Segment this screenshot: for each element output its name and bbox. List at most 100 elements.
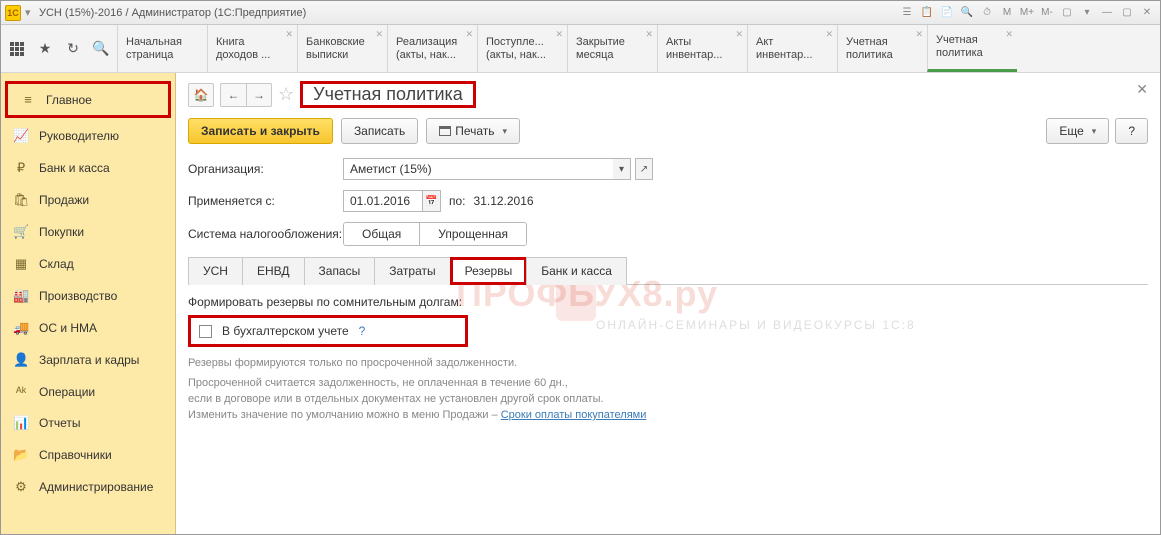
sidebar-item-admin[interactable]: ⚙Администрирование — [1, 471, 175, 503]
reserves-note-1: Резервы формируются только по просроченн… — [188, 355, 1148, 371]
toolbar-icon[interactable]: ▾ — [1078, 5, 1096, 21]
favorites-icon[interactable]: ★ — [35, 39, 55, 59]
watermark-subtext: ОНЛАЙН-СЕМИНАРЫ И ВИДЕОКУРСЫ 1С:8 — [596, 318, 916, 332]
home-button[interactable]: 🏠 — [188, 83, 214, 107]
tax-general-option[interactable]: Общая — [344, 223, 420, 245]
inner-tab-reserves[interactable]: Резервы — [450, 257, 528, 285]
toolbar-icon[interactable]: 📄 — [938, 5, 956, 21]
toolbar-icon[interactable]: ⏱ — [978, 5, 996, 21]
inner-tab-stock[interactable]: Запасы — [304, 257, 376, 285]
menu-icon: ≡ — [20, 92, 36, 107]
history-icon[interactable]: ↻ — [63, 39, 83, 59]
toolbar-icon[interactable]: 🔍 — [958, 5, 976, 21]
tab-inventory-act[interactable]: Актинвентар...✕ — [747, 25, 837, 72]
folder-icon: 📂 — [13, 447, 29, 463]
window-title: УСН (15%)-2016 / Администратор (1С:Предп… — [39, 7, 306, 19]
reserves-note-2: Просроченной считается задолженность, не… — [188, 375, 1148, 423]
bag-icon: 🛍 — [13, 192, 29, 208]
maximize-icon[interactable]: ▢ — [1118, 5, 1136, 21]
sidebar-item-sales[interactable]: 🛍Продажи — [1, 184, 175, 216]
cart-icon: 🛒 — [13, 224, 29, 240]
dropdown-button[interactable]: ▾ — [613, 158, 631, 180]
tax-system-toggle[interactable]: Общая Упрощенная — [343, 222, 527, 246]
forward-button[interactable]: → — [246, 83, 272, 107]
sidebar-item-hr[interactable]: 👤Зарплата и кадры — [1, 344, 175, 376]
inner-tab-bank[interactable]: Банк и касса — [526, 257, 627, 285]
window-titlebar: 1C ▾ УСН (15%)-2016 / Администратор (1С:… — [1, 1, 1160, 25]
accounting-reserves-checkbox[interactable] — [199, 325, 212, 338]
back-button[interactable]: ← — [220, 83, 246, 107]
sidebar-item-operations[interactable]: ᴬᵏОперации — [1, 376, 175, 407]
sidebar-item-reports[interactable]: 📊Отчеты — [1, 407, 175, 439]
toolbar-icon[interactable]: ☰ — [898, 5, 916, 21]
sidebar-item-production[interactable]: 🏭Производство — [1, 280, 175, 312]
favorite-icon[interactable]: ☆ — [278, 84, 294, 105]
org-input[interactable] — [343, 158, 613, 180]
help-icon[interactable]: ? — [359, 324, 366, 338]
sidebar-item-refs[interactable]: 📂Справочники — [1, 439, 175, 471]
close-page-icon[interactable]: ✕ — [1136, 81, 1148, 98]
help-button[interactable]: ? — [1115, 118, 1148, 144]
org-label: Организация: — [188, 162, 343, 176]
apps-icon[interactable] — [7, 39, 27, 59]
inner-tab-envd[interactable]: ЕНВД — [242, 257, 305, 285]
tab-receipts[interactable]: Поступле...(акты, нак...✕ — [477, 25, 567, 72]
tax-simplified-option[interactable]: Упрощенная — [420, 223, 526, 245]
top-toolbar: ★ ↻ 🔍 Начальнаястраница Книгадоходов ...… — [1, 25, 1160, 73]
boxes-icon: ▦ — [13, 256, 29, 272]
dropdown-icon[interactable]: ▾ — [25, 6, 35, 19]
applies-label: Применяется с: — [188, 194, 343, 208]
printer-icon — [439, 126, 451, 136]
toolbar-m[interactable]: М — [998, 5, 1016, 21]
tab-accounting-policy-active[interactable]: Учетнаяполитика✕ — [927, 25, 1017, 72]
more-button[interactable]: Еще — [1046, 118, 1109, 144]
save-button[interactable]: Записать — [341, 118, 418, 144]
factory-icon: 🏭 — [13, 288, 29, 304]
ruble-icon: ₽ — [13, 160, 29, 176]
truck-icon: 🚚 — [13, 320, 29, 336]
chart-icon: 📈 — [13, 128, 29, 144]
page-title: Учетная политика — [303, 82, 473, 106]
save-close-button[interactable]: Записать и закрыть — [188, 118, 333, 144]
app-icon: 1C — [5, 5, 21, 21]
tab-start-page[interactable]: Начальнаястраница — [117, 25, 207, 72]
inner-tabs: УСН ЕНВД Запасы Затраты Резервы Банк и к… — [188, 256, 1148, 285]
inner-tab-usn[interactable]: УСН — [188, 257, 243, 285]
print-button[interactable]: Печать — [426, 118, 520, 144]
search-icon[interactable]: 🔍 — [91, 39, 111, 59]
main-content: ПРОФБУХ8.ру ОНЛАЙН-СЕМИНАРЫ И ВИДЕОКУРСЫ… — [176, 73, 1160, 534]
reserves-section-label: Формировать резервы по сомнительным долг… — [188, 295, 1148, 309]
reserves-checkbox-row: В бухгалтерском учете ? — [188, 315, 468, 347]
date-to-label: по: — [449, 194, 466, 208]
sidebar-item-bank[interactable]: ₽Банк и касса — [1, 152, 175, 184]
close-icon[interactable]: ✕ — [1138, 5, 1156, 21]
sidebar-item-manager[interactable]: 📈Руководителю — [1, 120, 175, 152]
toolbar-icon[interactable]: ▢ — [1058, 5, 1076, 21]
sidebar-item-warehouse[interactable]: ▦Склад — [1, 248, 175, 280]
operations-icon: ᴬᵏ — [13, 384, 29, 399]
open-tabs: Начальнаястраница Книгадоходов ...✕ Банк… — [117, 25, 1160, 72]
barchart-icon: 📊 — [13, 415, 29, 431]
tab-month-close[interactable]: Закрытиемесяца✕ — [567, 25, 657, 72]
sidebar-item-purchases[interactable]: 🛒Покупки — [1, 216, 175, 248]
toolbar-m-plus[interactable]: М+ — [1018, 5, 1036, 21]
payment-terms-link[interactable]: Сроки оплаты покупателями — [501, 409, 647, 421]
toolbar-icon[interactable]: 📋 — [918, 5, 936, 21]
minimize-icon[interactable]: — — [1098, 5, 1116, 21]
tab-sales[interactable]: Реализация(акты, нак...✕ — [387, 25, 477, 72]
sidebar-item-main[interactable]: ≡Главное — [8, 84, 168, 115]
open-ref-button[interactable]: ↗ — [635, 158, 653, 180]
tab-accounting-policy[interactable]: Учетнаяполитика✕ — [837, 25, 927, 72]
sidebar-item-assets[interactable]: 🚚ОС и НМА — [1, 312, 175, 344]
tab-inventory-acts[interactable]: Актыинвентар...✕ — [657, 25, 747, 72]
gear-icon: ⚙ — [13, 479, 29, 495]
tax-system-label: Система налогообложения: — [188, 227, 343, 241]
inner-tab-costs[interactable]: Затраты — [374, 257, 450, 285]
calendar-button[interactable]: 📅 — [423, 190, 441, 212]
tab-income-book[interactable]: Книгадоходов ...✕ — [207, 25, 297, 72]
toolbar-m-minus[interactable]: М- — [1038, 5, 1056, 21]
checkbox-label: В бухгалтерском учете — [222, 324, 349, 338]
tab-bank-statements[interactable]: Банковскиевыписки✕ — [297, 25, 387, 72]
date-to-value: 31.12.2016 — [474, 194, 534, 208]
date-from-input[interactable] — [343, 190, 423, 212]
